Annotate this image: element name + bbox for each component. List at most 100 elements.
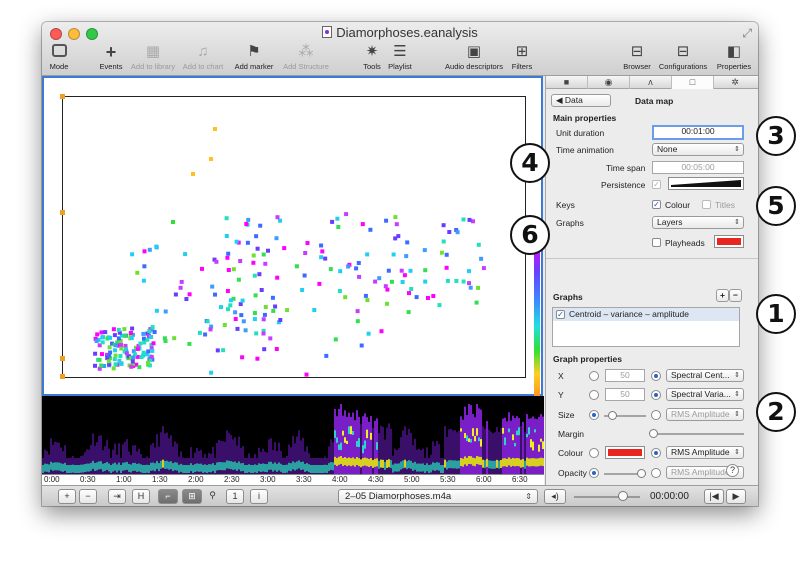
- scatter-point: [323, 256, 328, 261]
- snap-button[interactable]: ⌐: [158, 489, 178, 504]
- list-item[interactable]: ✓ Centroid – variance – amplitude: [553, 308, 739, 321]
- info-button[interactable]: i: [250, 489, 268, 504]
- size-slider-knob[interactable]: [608, 411, 617, 420]
- properties-button[interactable]: ◧ Properties: [714, 44, 754, 72]
- colour-descriptor-radio[interactable]: [651, 448, 661, 458]
- zoom-one-button[interactable]: 1: [226, 489, 244, 504]
- tab-data[interactable]: □: [672, 76, 714, 89]
- opacity-fixed-radio[interactable]: [589, 468, 599, 478]
- resize-handle[interactable]: [60, 210, 65, 215]
- persistence-checkbox[interactable]: ✓: [652, 180, 661, 189]
- x-fixed-radio[interactable]: [589, 371, 599, 381]
- keys-titles-checkbox[interactable]: [702, 200, 711, 209]
- spectro-band: [342, 430, 344, 436]
- rewind-button[interactable]: |◀: [704, 489, 724, 504]
- audio-file-select[interactable]: 2–05 Diamorphoses.m4a ⇕: [338, 489, 538, 504]
- keys-colour-checkbox[interactable]: ✓: [652, 200, 661, 209]
- y-descriptor-select[interactable]: Spectral Varia... ⇕: [666, 388, 744, 401]
- add-to-library-button[interactable]: ▦ Add to library: [129, 44, 177, 72]
- resize-handle[interactable]: [60, 356, 65, 361]
- playheads-checkbox[interactable]: [652, 238, 661, 247]
- height-button[interactable]: H: [132, 489, 150, 504]
- colour-fixed-radio[interactable]: [589, 448, 599, 458]
- scatter-point: [219, 305, 223, 310]
- window-title-text: Diamorphoses.eanalysis: [336, 25, 478, 40]
- tab-analysis[interactable]: ʌ: [630, 76, 672, 89]
- tab-view[interactable]: ◉: [588, 76, 630, 89]
- spectro-band: [68, 465, 70, 473]
- help-button[interactable]: ?: [726, 464, 739, 477]
- x-descriptor-select[interactable]: Spectral Cent... ⇕: [666, 369, 744, 382]
- graphs-mode-select[interactable]: Layers ⇕: [652, 216, 744, 229]
- time-animation-select[interactable]: None ⇕: [652, 143, 744, 156]
- add-structure-button[interactable]: ⁂ Add Structure: [280, 44, 332, 72]
- playheads-colour-swatch[interactable]: [714, 235, 744, 248]
- remove-graph-button[interactable]: −: [729, 289, 742, 302]
- magnifier-icon[interactable]: ⚲: [205, 489, 220, 504]
- grid-button[interactable]: ⊞: [182, 489, 202, 504]
- spectrogram[interactable]: [42, 396, 544, 474]
- x-descriptor-radio[interactable]: [651, 371, 661, 381]
- graph-visible-checkbox[interactable]: ✓: [556, 310, 565, 319]
- zoom-out-button[interactable]: −: [79, 489, 97, 504]
- fit-button[interactable]: ⇥: [108, 489, 126, 504]
- size-descriptor-select[interactable]: RMS Amplitude ⇕: [666, 408, 744, 421]
- add-graph-button[interactable]: +: [716, 289, 729, 302]
- fullscreen-icon[interactable]: ⤢: [742, 26, 752, 41]
- audio-descriptors-button[interactable]: ▣ Audio descriptors: [442, 44, 506, 72]
- spectro-band: [54, 462, 56, 471]
- scatter-point: [319, 243, 324, 248]
- scatter-point: [257, 272, 262, 277]
- time-span-field[interactable]: 00:05:00: [652, 161, 744, 174]
- scatter-point: [99, 363, 104, 368]
- mode-button[interactable]: Mode: [47, 44, 71, 71]
- scatter-point: [474, 300, 479, 305]
- opacity-descriptor-radio[interactable]: [651, 468, 661, 478]
- play-button[interactable]: ▶: [726, 489, 746, 504]
- colour-descriptor-select[interactable]: RMS Amplitude ⇕: [666, 446, 744, 459]
- spectro-band: [310, 465, 312, 473]
- volume-button[interactable]: ◂): [544, 489, 566, 504]
- volume-slider-knob[interactable]: [618, 491, 628, 501]
- tab-settings[interactable]: ✲: [714, 76, 756, 89]
- spectro-band: [198, 463, 200, 472]
- persistence-curve[interactable]: [668, 177, 744, 190]
- x-value-field[interactable]: 50: [605, 369, 645, 382]
- spectro-band: [366, 458, 368, 467]
- add-to-chart-button[interactable]: ♫ Add to chart: [181, 44, 225, 72]
- graph-list[interactable]: ✓ Centroid – variance – amplitude: [552, 307, 740, 347]
- add-marker-button[interactable]: ⚑ Add marker: [232, 44, 276, 72]
- y-fixed-radio[interactable]: [589, 390, 599, 400]
- volume-slider[interactable]: [574, 496, 640, 498]
- configurations-button[interactable]: ⊟ Configurations: [656, 44, 710, 72]
- spectro-band: [542, 441, 544, 450]
- events-button[interactable]: + Events: [97, 43, 125, 71]
- size-fixed-radio[interactable]: [589, 410, 599, 420]
- resize-handle[interactable]: [60, 374, 65, 379]
- playlist-button[interactable]: ☰ Playlist: [386, 44, 414, 72]
- margin-slider[interactable]: [650, 433, 744, 435]
- margin-slider-knob[interactable]: [649, 429, 658, 438]
- colour-swatch[interactable]: [605, 446, 645, 459]
- tools-button[interactable]: ✷ Tools: [360, 44, 384, 72]
- updown-icon: ⇕: [734, 391, 740, 398]
- opacity-slider-knob[interactable]: [637, 469, 646, 478]
- opacity-descriptor-value: RMS Amplitude: [671, 467, 730, 477]
- y-descriptor-radio[interactable]: [651, 390, 661, 400]
- spectro-band: [290, 463, 292, 472]
- scatter-point: [368, 227, 373, 232]
- resize-handle[interactable]: [60, 94, 65, 99]
- tab-layout[interactable]: ■: [546, 76, 588, 89]
- back-button[interactable]: ◀ Data: [551, 94, 611, 107]
- updown-icon: ⇕: [734, 219, 740, 226]
- zoom-in-button[interactable]: +: [58, 489, 76, 504]
- spectro-band: [168, 461, 170, 470]
- filters-button[interactable]: ⊞ Filters: [510, 44, 534, 72]
- unit-duration-field[interactable]: 00:01:00: [652, 125, 744, 140]
- signal-icon: ʌ: [648, 77, 653, 87]
- y-value-field[interactable]: 50: [605, 388, 645, 401]
- data-map-view[interactable]: [42, 76, 543, 398]
- browser-button[interactable]: ⊟ Browser: [622, 44, 652, 72]
- size-descriptor-radio[interactable]: [651, 410, 661, 420]
- spectro-band: [98, 461, 100, 470]
